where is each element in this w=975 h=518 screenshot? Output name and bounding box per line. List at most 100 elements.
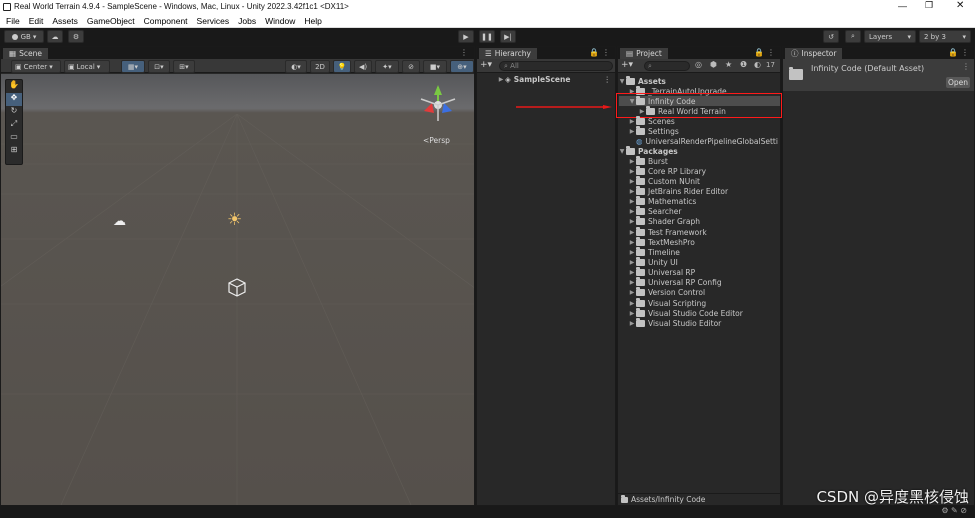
menu-jobs[interactable]: Jobs xyxy=(238,16,256,26)
tree-item[interactable]: ◍ UniversalRenderPipelineGlobalSetti xyxy=(628,136,780,146)
tab-hierarchy[interactable]: ☰ Hierarchy xyxy=(479,48,537,59)
scale-tool-icon[interactable]: ⤢ xyxy=(6,119,22,132)
panel-menu-icon[interactable]: ⋮ xyxy=(460,48,468,57)
expand-arrow-icon[interactable]: ▶ xyxy=(628,320,636,327)
shading-mode-dropdown[interactable]: ◐▾ xyxy=(285,60,307,73)
search-by-type-icon[interactable]: ◎ xyxy=(695,60,702,69)
expand-arrow-icon[interactable]: ▶ xyxy=(628,128,636,135)
rotate-tool-icon[interactable]: ↻ xyxy=(6,106,22,119)
expand-arrow-icon[interactable]: ▶ xyxy=(628,289,636,296)
tree-item[interactable]: ▶ Scenes xyxy=(628,115,780,126)
expand-arrow-icon[interactable]: ▶ xyxy=(628,198,636,205)
tree-package-item[interactable]: ▶ Unity UI xyxy=(628,257,780,268)
expand-arrow-icon[interactable]: ▶ xyxy=(628,310,636,317)
tree-package-item[interactable]: ▶ Custom NUnit xyxy=(628,175,780,186)
tree-package-item[interactable]: ▶ Visual Studio Code Editor xyxy=(628,307,780,318)
expand-arrow-icon[interactable]: ▶ xyxy=(497,76,505,83)
tab-scene[interactable]: ▦ Scene xyxy=(3,48,48,59)
pause-button[interactable]: ❚❚ xyxy=(479,30,495,43)
menu-services[interactable]: Services xyxy=(197,16,230,26)
menu-assets[interactable]: Assets xyxy=(52,16,78,26)
expand-arrow-icon[interactable]: ▶ xyxy=(628,300,636,307)
play-button[interactable]: ▶ xyxy=(458,30,474,43)
tree-assets-root[interactable]: ▼ Assets xyxy=(618,75,780,86)
camera-cube-gizmo-icon[interactable] xyxy=(227,277,247,297)
tree-package-item[interactable]: ▶ JetBrains Rider Editor xyxy=(628,185,780,196)
tree-package-item[interactable]: ▶ Burst xyxy=(628,155,780,166)
menu-component[interactable]: Component xyxy=(144,16,188,26)
expand-arrow-icon[interactable]: ▶ xyxy=(628,269,636,276)
expand-arrow-icon[interactable]: ▶ xyxy=(628,178,636,185)
hierarchy-search-input[interactable]: ⌕ All xyxy=(499,61,613,71)
collapse-arrow-icon[interactable]: ▼ xyxy=(618,148,626,155)
tab-project[interactable]: ▤ Project xyxy=(620,48,668,59)
expand-arrow-icon[interactable]: ▶ xyxy=(628,208,636,215)
space-dropdown[interactable]: ▣ Local ▾ xyxy=(64,60,110,73)
step-button[interactable]: ▶| xyxy=(500,30,516,43)
tree-package-item[interactable]: ▶ Shader Graph xyxy=(628,216,780,227)
scene-menu-icon[interactable]: ⋮ xyxy=(604,75,612,84)
panel-menu-icon[interactable]: ⋮ xyxy=(602,48,610,57)
panel-menu-icon[interactable]: ⋮ xyxy=(961,48,969,57)
expand-arrow-icon[interactable]: ▶ xyxy=(628,229,636,236)
account-dropdown[interactable]: GB ▾ xyxy=(4,30,44,43)
tree-package-item[interactable]: ▶ Test Framework xyxy=(628,226,780,237)
add-button[interactable]: +▾ xyxy=(480,60,492,70)
expand-arrow-icon[interactable]: ▶ xyxy=(628,158,636,165)
search-button[interactable]: ⌕ xyxy=(845,30,861,43)
expand-arrow-icon[interactable]: ▶ xyxy=(628,279,636,286)
projection-label[interactable]: <Persp xyxy=(423,136,450,145)
pivot-dropdown[interactable]: ▣ Center ▾ xyxy=(11,60,61,73)
tree-package-item[interactable]: ▶ Mathematics xyxy=(628,196,780,207)
snap-increment-button[interactable]: ⊡▾ xyxy=(148,60,170,73)
menu-edit[interactable]: Edit xyxy=(29,16,44,26)
tree-packages-root[interactable]: ▼ Packages xyxy=(618,145,780,156)
tree-package-item[interactable]: ▶ Core RP Library xyxy=(628,165,780,176)
grid-snap-button[interactable]: ▦▾ xyxy=(121,60,145,73)
tree-package-item[interactable]: ▶ Timeline xyxy=(628,246,780,257)
expand-arrow-icon[interactable]: ▶ xyxy=(628,118,636,125)
toggle-2d-button[interactable]: 2D xyxy=(310,60,330,73)
close-button[interactable]: ✕ xyxy=(956,0,964,11)
tree-package-item[interactable]: ▶ TextMeshPro xyxy=(628,236,780,247)
expand-arrow-icon[interactable]: ▶ xyxy=(628,188,636,195)
maximize-button[interactable]: ❐ xyxy=(925,0,933,11)
tree-package-item[interactable]: ▶ Universal RP xyxy=(628,267,780,278)
history-button[interactable]: ↺ xyxy=(823,30,839,43)
menu-window[interactable]: Window xyxy=(265,16,295,26)
tree-package-item[interactable]: ▶ Universal RP Config xyxy=(628,277,780,288)
lock-icon[interactable]: 🔒 xyxy=(948,48,958,57)
lighting-toggle[interactable]: 💡 xyxy=(333,60,351,73)
expand-arrow-icon[interactable]: ▶ xyxy=(628,168,636,175)
collab-button[interactable]: ⚙ xyxy=(68,30,84,43)
hand-tool-icon[interactable]: ✋ xyxy=(6,80,22,93)
open-button[interactable]: Open xyxy=(946,77,970,88)
cloud-button[interactable]: ☁ xyxy=(47,30,63,43)
audio-toggle[interactable]: ◀) xyxy=(354,60,372,73)
directional-light-gizmo-icon[interactable]: ☀ xyxy=(227,210,242,230)
effects-dropdown[interactable]: ✦▾ xyxy=(375,60,399,73)
camera-dropdown[interactable]: ■▾ xyxy=(423,60,447,73)
scene-viewport[interactable]: ✋ ✥ ↻ ⤢ ▭ ⊞ <Persp ☁ ☀ xyxy=(1,74,474,505)
gizmos-dropdown[interactable]: ⊕▾ xyxy=(450,60,474,73)
minimize-button[interactable]: — xyxy=(898,1,907,11)
lock-icon[interactable]: 🔒 xyxy=(589,48,599,57)
grid-plane-button[interactable]: ⊞▾ xyxy=(173,60,195,73)
hierarchy-scene-row[interactable]: ▶ ◈ SampleScene ⋮ xyxy=(497,74,615,84)
lock-icon[interactable]: 🔒 xyxy=(754,48,764,57)
menu-help[interactable]: Help xyxy=(304,16,321,26)
move-tool-icon[interactable]: ✥ xyxy=(6,93,22,106)
tree-package-item[interactable]: ▶ Version Control xyxy=(628,287,780,298)
menu-file[interactable]: File xyxy=(6,16,20,26)
hidden-objects-toggle[interactable]: ⊘ xyxy=(402,60,420,73)
visibility-icon[interactable]: ◐ xyxy=(754,60,761,69)
project-search-input[interactable]: ⌕ xyxy=(644,61,690,71)
rect-tool-icon[interactable]: ▭ xyxy=(6,132,22,145)
create-button[interactable]: +▾ xyxy=(621,60,633,70)
transform-tool-icon[interactable]: ⊞ xyxy=(6,145,22,158)
expand-arrow-icon[interactable]: ▶ xyxy=(628,249,636,256)
layers-dropdown[interactable]: Layers ▾ xyxy=(864,30,916,43)
tab-inspector[interactable]: ⓘ Inspector xyxy=(785,48,843,59)
collapse-arrow-icon[interactable]: ▼ xyxy=(618,78,626,85)
tree-item[interactable]: ▶ Settings xyxy=(628,125,780,136)
